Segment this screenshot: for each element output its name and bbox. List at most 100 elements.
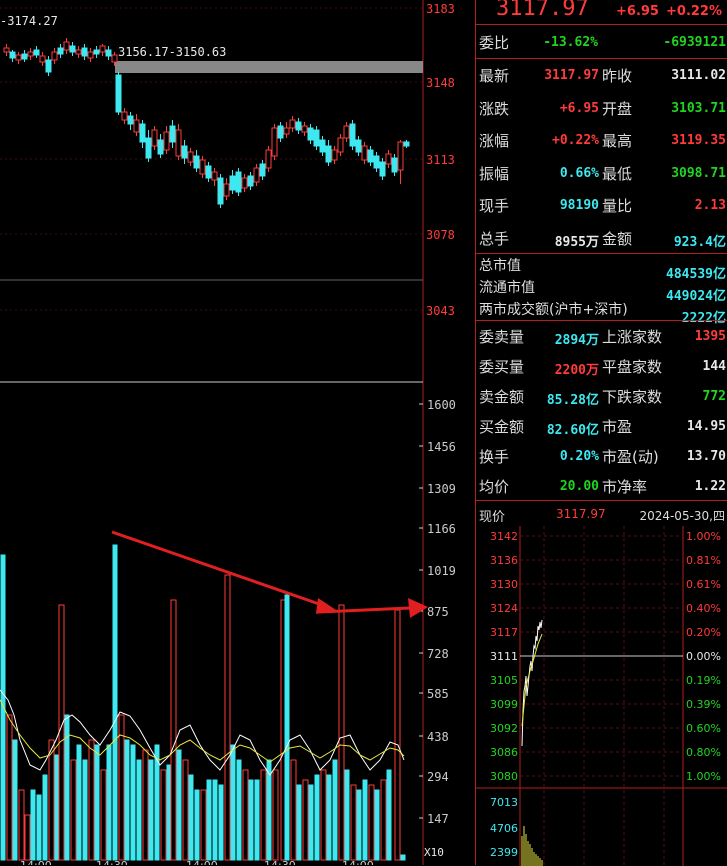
volume-bar — [48, 739, 55, 861]
candle-body — [211, 171, 218, 181]
quote-row: 振幅 0.66% 最低 3098.71 — [476, 157, 727, 189]
candle-body — [57, 47, 64, 55]
volume-bar — [308, 784, 314, 861]
volume-x-label: 14:00 — [342, 859, 374, 865]
candle-body — [45, 59, 52, 73]
price-change: +6.95 — [616, 4, 659, 19]
candle-body — [385, 153, 392, 165]
candle-body — [223, 183, 230, 197]
candle-body — [15, 54, 22, 61]
candle-body — [355, 139, 362, 153]
volume-y-label: 1456 — [427, 440, 456, 454]
volume-bar — [82, 759, 88, 861]
quote2-value-2: 144 — [702, 359, 726, 374]
candle-body — [115, 74, 122, 113]
quote-value-2: 2.13 — [694, 198, 726, 213]
quote-value: +6.95 — [559, 100, 599, 116]
quote2-row: 卖金额 85.28亿 下跌家数 772 — [476, 380, 727, 412]
volume-bar — [18, 789, 25, 861]
volume-bar — [356, 789, 362, 861]
quote2-value: 82.60亿 — [546, 423, 599, 438]
left-price-fragment: -3174.27 — [0, 14, 58, 28]
volume-y-label: 1166 — [427, 522, 456, 536]
kline-chart[interactable]: 3183 3148 3113 3078 3043 1600 1456 1309 1166 1019… — [0, 0, 475, 865]
candle-body — [121, 111, 128, 121]
quote2-value-2: 13.70 — [686, 449, 726, 464]
intraday-price-line — [521, 619, 543, 747]
candle-body — [199, 159, 206, 175]
quote-label-2: 量比 — [602, 197, 633, 215]
intraday-price-label: 3080 — [490, 770, 518, 783]
intraday-header: 现价 3117.97 2024-05-30,四 — [476, 504, 727, 526]
volume-bar — [124, 739, 130, 861]
volume-bar — [30, 789, 36, 861]
volume-bar — [332, 759, 338, 861]
weibi-value: -6939121 — [663, 35, 726, 50]
market-row: 流通市值 449024亿 — [476, 276, 727, 304]
candle-body — [283, 127, 290, 135]
volume-x-label: 14:30 — [264, 859, 296, 865]
candle-body — [187, 151, 194, 163]
candle-body — [391, 157, 398, 173]
quote2-label: 委卖量 — [479, 328, 525, 346]
volume-x-label: 14:30 — [96, 859, 128, 865]
candle-body — [253, 167, 260, 183]
quote2-label-2: 市净率 — [602, 478, 648, 496]
volume-bar — [58, 604, 65, 861]
volume-bar — [160, 769, 167, 861]
volume-unit-label: X10 — [424, 846, 444, 859]
quote-label-2: 开盘 — [602, 99, 633, 118]
quote2-value: 85.28亿 — [546, 393, 599, 408]
candle-body — [181, 145, 188, 159]
intraday-price-label: 3124 — [490, 602, 518, 615]
volume-bar — [248, 779, 254, 861]
candle-body — [105, 49, 112, 57]
candle-body — [69, 45, 76, 53]
volume-bar — [188, 774, 194, 861]
volume-bar — [400, 854, 406, 861]
quote-panel: 3117.97 +6.95 +0.22% 委比 -13.62% -6939121… — [475, 0, 727, 866]
intraday-chart[interactable]: 3142 1.00% 3136 0.81% 3130 0.61% 3124 0.40% 3117… — [476, 526, 727, 866]
candle-body — [277, 125, 284, 139]
quote-label: 振幅 — [479, 164, 510, 183]
quote2-label-2: 上涨家数 — [602, 328, 663, 346]
volume-y-label: 438 — [427, 730, 449, 744]
intraday-pct-label: 0.80% — [686, 746, 721, 759]
volume-bar — [182, 759, 189, 861]
quote-row: 最新 3117.97 昨收 3111.02 — [476, 59, 727, 91]
quote2-value: 2200万 — [554, 363, 599, 378]
volume-bar — [302, 779, 309, 861]
quote-row: 现手 98190 量比 2.13 — [476, 189, 727, 221]
candle-body — [151, 129, 158, 147]
volume-x-label: 14:00 — [20, 859, 52, 865]
intraday-vol-label: 2399 — [490, 846, 518, 859]
quote2-row: 换手 0.20% 市盈(动) 13.70 — [476, 440, 727, 472]
volume-bar — [284, 594, 290, 861]
volume-y-label: 1309 — [427, 482, 456, 496]
volume-bar — [42, 774, 48, 861]
quote2-value-2: 1.22 — [694, 479, 726, 494]
quote2-label-2: 市盈(动) — [602, 448, 659, 466]
price-value: 3117.97 — [496, 0, 589, 21]
volume-bar — [260, 769, 267, 861]
volume-bar — [374, 789, 380, 861]
volume-bar — [88, 739, 95, 861]
kline-y-label: 3148 — [426, 76, 455, 90]
quote-label-2: 最低 — [602, 164, 633, 183]
kline-chart-panel[interactable]: 3183 3148 3113 3078 3043 1600 1456 1309 1166 1019… — [0, 0, 475, 865]
quote2-label: 换手 — [479, 448, 510, 466]
weibi-row: 委比 -13.62% -6939121 — [476, 26, 727, 58]
intraday-price-label: 3117 — [490, 626, 518, 639]
quote-value: 0.66% — [559, 165, 599, 181]
kline-y-label: 3043 — [426, 304, 455, 318]
quote2-value-2: 1395 — [694, 329, 726, 344]
volume-bar — [368, 784, 375, 861]
intraday-price-label: 3142 — [490, 530, 518, 543]
volume-bar — [176, 749, 182, 861]
candle-body — [193, 155, 200, 169]
quote-row: 涨跌 +6.95 开盘 3103.71 — [476, 92, 727, 124]
volume-bar — [296, 784, 302, 861]
quote-label: 涨幅 — [479, 132, 510, 150]
kline-y-label: 3183 — [426, 2, 455, 16]
candle-body — [205, 165, 212, 179]
